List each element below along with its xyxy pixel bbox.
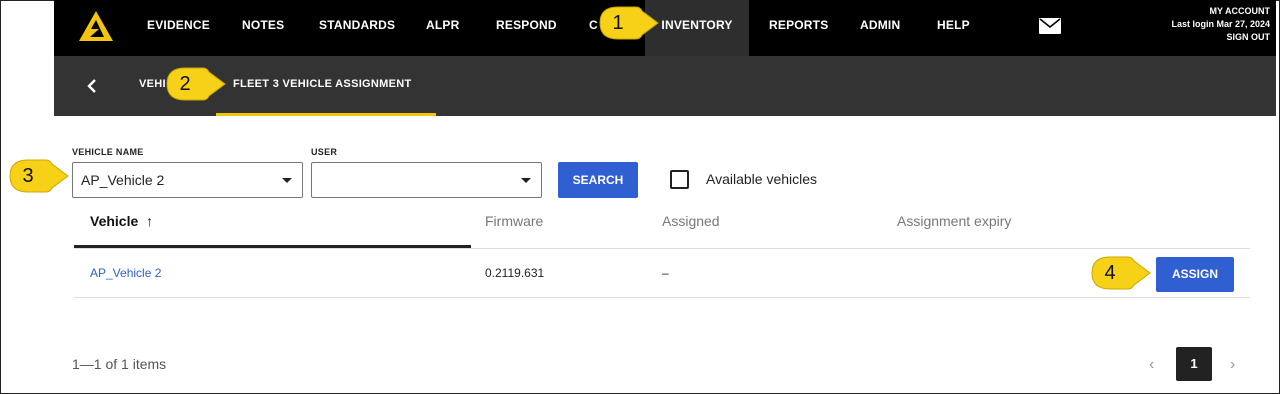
account-menu: MY ACCOUNT Last login Mar 27, 2024 SIGN …	[1171, 5, 1270, 44]
user-label: USER	[311, 147, 338, 157]
column-header-firmware[interactable]: Firmware	[485, 213, 543, 229]
nav-evidence[interactable]: EVIDENCE	[147, 0, 210, 50]
prev-page-icon[interactable]: ‹	[1149, 356, 1154, 374]
nav-reports[interactable]: REPORTS	[769, 0, 828, 50]
available-vehicles-checkbox[interactable]	[670, 170, 689, 189]
callout-1: 1	[596, 5, 660, 41]
callout-number: 2	[179, 73, 191, 95]
chevron-down-icon	[521, 178, 531, 183]
nav-inventory[interactable]: INVENTORY	[645, 0, 749, 56]
vehicle-name-select[interactable]: AP_Vehicle 2	[72, 162, 303, 198]
nav-notes[interactable]: NOTES	[242, 0, 284, 50]
firmware-cell: 0.2119.631	[485, 266, 545, 280]
available-vehicles-label: Available vehicles	[706, 171, 818, 187]
breadcrumb-vehicles[interactable]: VEHI	[139, 78, 166, 90]
nav-standards[interactable]: STANDARDS	[319, 0, 395, 50]
nav-alpr[interactable]: ALPR	[426, 0, 459, 50]
callout-number: 3	[22, 165, 34, 187]
top-nav-bar: EVIDENCE NOTES STANDARDS ALPR RESPOND C …	[54, 0, 1276, 56]
assigned-cell: –	[662, 266, 669, 280]
last-login-text: Last login Mar 27, 2024	[1171, 19, 1270, 29]
search-button[interactable]: SEARCH	[558, 162, 638, 198]
logo-icon[interactable]	[78, 10, 114, 42]
vehicle-link[interactable]: AP_Vehicle 2	[90, 266, 161, 280]
items-count: 1—1 of 1 items	[72, 356, 167, 372]
assign-button[interactable]: ASSIGN	[1156, 257, 1234, 292]
sorted-column-indicator	[74, 245, 471, 248]
callout-number: 4	[1104, 262, 1116, 284]
callout-number: 1	[612, 12, 624, 34]
table-header-divider	[74, 248, 1250, 249]
active-tab-indicator	[216, 113, 436, 116]
column-header-vehicle-label: Vehicle	[90, 213, 139, 229]
next-page-icon[interactable]: ›	[1230, 356, 1235, 374]
chevron-down-icon	[282, 178, 292, 183]
table-row-divider	[74, 297, 1250, 298]
column-header-vehicle[interactable]: Vehicle ↑	[90, 213, 153, 229]
page-number-button[interactable]: 1	[1176, 347, 1212, 381]
vehicle-name-label: VEHICLE NAME	[72, 147, 144, 157]
user-select[interactable]	[311, 162, 542, 198]
sub-nav-bar: VEHI FLEET 3 VEHICLE ASSIGNMENT	[54, 56, 1276, 116]
sort-ascending-icon: ↑	[146, 213, 154, 229]
nav-admin[interactable]: ADMIN	[860, 0, 900, 50]
callout-2: 2	[163, 66, 227, 102]
mail-icon[interactable]	[1039, 18, 1061, 34]
nav-respond[interactable]: RESPOND	[496, 0, 557, 50]
sign-out-link[interactable]: SIGN OUT	[1171, 31, 1270, 44]
back-arrow-icon[interactable]	[84, 76, 100, 96]
my-account-link[interactable]: MY ACCOUNT	[1171, 5, 1271, 18]
tab-fleet-vehicle-assignment[interactable]: FLEET 3 VEHICLE ASSIGNMENT	[233, 78, 412, 90]
callout-4: 4	[1088, 255, 1152, 291]
column-header-assignment-expiry[interactable]: Assignment expiry	[897, 213, 1011, 229]
column-header-assigned[interactable]: Assigned	[662, 213, 720, 229]
nav-help[interactable]: HELP	[937, 0, 970, 50]
callout-3: 3	[6, 158, 70, 194]
vehicle-name-value: AP_Vehicle 2	[81, 172, 165, 188]
